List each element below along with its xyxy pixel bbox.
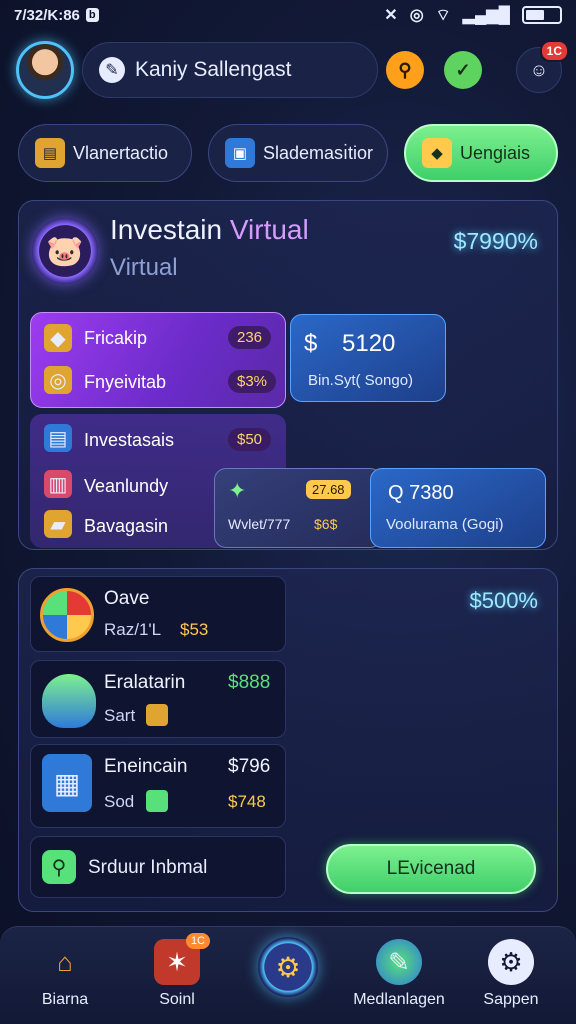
search-icon[interactable]: ⚲	[386, 51, 424, 89]
nav-label: Sappen	[483, 991, 539, 1008]
coin-icon: ◆	[422, 138, 452, 168]
blue-card2-value: Q 7380	[388, 482, 454, 504]
list-row-value: $50	[228, 428, 272, 451]
box-icon	[146, 704, 168, 726]
mute-icon: ✕	[384, 7, 398, 24]
profile-header: ✎ Kaniy Sallengast ⚲ ✓ ☺ 1C	[16, 40, 569, 100]
action-button[interactable]: LEvicenad	[326, 844, 536, 894]
summary-item-title-value: $888	[228, 672, 271, 693]
list-row-label[interactable]: Veanlundy	[84, 476, 168, 497]
avatar[interactable]	[16, 41, 74, 99]
wallet-icon: ▣	[225, 138, 255, 168]
summary-item-sub: Sod	[104, 792, 135, 811]
summary-item-sub-value: $53	[180, 620, 209, 639]
nav-item-social[interactable]: ✶ 1C Soinl	[122, 933, 232, 1009]
blue-card-caption: Bin.Syt( Songo)	[308, 372, 414, 389]
investment-title: Investain Virtual	[110, 214, 309, 246]
summary-item-title: Oave	[104, 588, 150, 609]
summary-item-sub: Sart	[104, 706, 136, 725]
purple-row-value: 236	[228, 326, 272, 349]
chip-badge: 27.68	[306, 480, 351, 499]
blue-card2-caption: Voolurama (Gogi)	[386, 516, 504, 533]
gold-bars-icon: ▰	[44, 510, 72, 538]
piggy-bank-icon: 🐷	[32, 218, 98, 284]
nav-item-settings[interactable]: ⚙ Sappen	[456, 939, 566, 1009]
edit-pen-icon[interactable]: ✎	[99, 57, 125, 83]
summary-price: $500%	[469, 588, 538, 613]
list-row-label[interactable]: Bavagasin	[84, 516, 168, 537]
status-icons: ✕ ◎ ⌔ ▂▄▆█	[384, 5, 562, 25]
user-name-pill[interactable]: ✎ Kaniy Sallengast	[82, 42, 378, 98]
sparkle-icon: ✦	[228, 478, 247, 503]
list-row-label[interactable]: Investasais	[84, 430, 174, 451]
tab-label: Slademası̇tior	[263, 142, 374, 163]
purple-row-value: $3%	[228, 370, 277, 393]
ledger-icon: ▤	[35, 138, 65, 168]
status-badge: b	[85, 8, 99, 22]
nav-label: Soinl	[159, 991, 195, 1008]
summary-item-title-value: $796	[228, 756, 271, 777]
status-bar: 7/32/K:86 b ✕ ◎ ⌔ ▂▄▆█	[0, 0, 576, 30]
coins-icon: ◎	[44, 366, 72, 394]
investment-title-part2: Virtual	[229, 214, 309, 245]
spark-icon: ✶ 1C	[154, 933, 210, 985]
tab-vlanertactio[interactable]: ▤ Vlanertactio	[18, 124, 192, 182]
wifi-icon: ⌔	[435, 7, 451, 24]
summary-item-title: Eneincain	[104, 756, 188, 777]
nav-badge: 1C	[185, 933, 210, 949]
purple-row-label: Fnyeivitab	[84, 372, 167, 392]
gear-icon: ⚙	[488, 939, 534, 985]
search-label: Srduur Inbmal	[88, 857, 208, 878]
search-icon: ⚲	[42, 850, 76, 884]
status-left: 7/32/K:86 b	[14, 7, 99, 24]
nav-label: Medlanlagen	[353, 991, 445, 1008]
nav-label: Biarna	[41, 991, 89, 1008]
chip-value: $6$	[314, 516, 338, 532]
battery-fill	[526, 10, 544, 20]
tab-label: Uengiais	[460, 142, 531, 163]
purple-row-label: Fricakip	[84, 328, 148, 348]
notification-badge: 1C	[539, 40, 569, 62]
gold-icon: ◆	[44, 324, 72, 352]
check-icon[interactable]: ✓	[444, 51, 482, 89]
investment-price: $7990%	[453, 228, 538, 254]
machine-icon: ▦	[42, 754, 92, 812]
wheel-icon	[40, 588, 94, 642]
blue-card-value: 5120	[342, 330, 396, 357]
user-name: Kaniy Sallengast	[135, 58, 292, 81]
blue-value-card-2[interactable]	[370, 468, 546, 548]
home-icon: ⌂	[57, 946, 73, 977]
investment-subtitle: Virtual	[110, 254, 178, 281]
bottom-nav: ⌂ Biarna ✶ 1C Soinl ⚙ ✎ Medlanlagen ⚙ Sa…	[0, 926, 576, 1024]
summary-item-title: Eralatarin	[104, 672, 186, 693]
tab-label: Vlanertactio	[73, 142, 169, 163]
book-icon: ▤	[44, 424, 72, 452]
nav-item-home[interactable]: ⌂ Biarna	[10, 939, 120, 1009]
cash-icon	[146, 790, 168, 812]
books-icon: ▥	[44, 470, 72, 498]
nav-item-media[interactable]: ✎ Medlanlagen	[344, 939, 454, 1009]
dollar-icon: $	[304, 330, 318, 357]
bowl-icon	[42, 674, 96, 728]
nav-center-button[interactable]: ⚙	[258, 937, 318, 997]
chip-caption: Wvlet/777	[228, 516, 291, 532]
pencil-icon: ✎	[376, 939, 422, 985]
robot-icon[interactable]: ☺ 1C	[516, 40, 569, 93]
status-time: 7/32/K:86	[14, 6, 80, 24]
summary-item-sub-value: $748	[228, 792, 266, 811]
tab-uengiais[interactable]: ◆ Uengiais	[404, 124, 558, 182]
summary-item-sub: Raz/1'L	[104, 620, 162, 639]
hotspot-icon: ◎	[409, 7, 424, 24]
tab-slademastior[interactable]: ▣ Slademası̇tior	[208, 124, 388, 182]
investment-title-part1: Investain	[110, 214, 223, 245]
battery-icon	[522, 6, 562, 24]
signal-icon: ▂▄▆█	[462, 7, 510, 24]
